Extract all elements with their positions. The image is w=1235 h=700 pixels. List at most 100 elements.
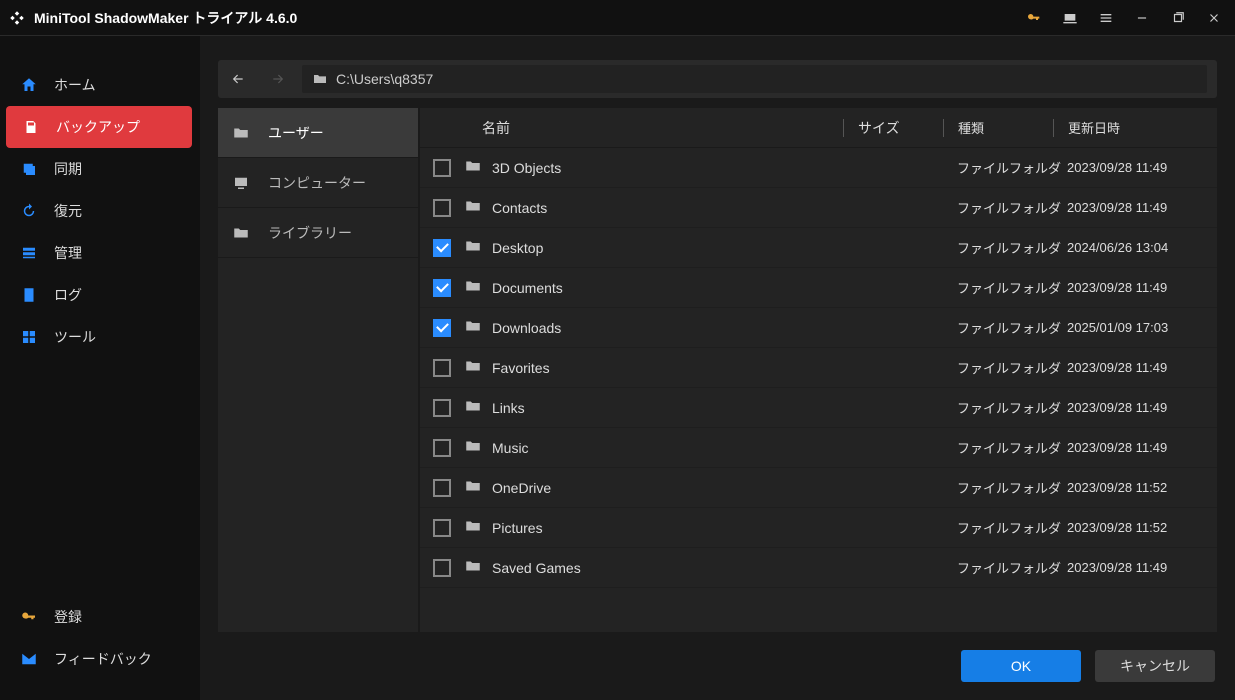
row-checkbox[interactable] [433,359,451,377]
row-type: ファイルフォルダ [957,358,1067,377]
row-name: 3D Objects [492,160,561,176]
row-checkbox[interactable] [433,159,451,177]
app-title: MiniTool ShadowMaker トライアル 4.6.0 [34,8,297,28]
sidebar-item-label: 同期 [54,159,82,179]
sidebar-item-restore[interactable]: 復元 [0,190,200,232]
row-name: Documents [492,280,563,296]
tree-item[interactable]: ライブラリー [218,208,418,258]
folder-icon [464,437,482,458]
row-date: 2023/09/28 11:49 [1067,280,1217,295]
table-row[interactable]: Picturesファイルフォルダ2023/09/28 11:52 [420,508,1217,548]
sidebar-item-register[interactable]: 登録 [0,596,200,638]
sidebar-item-backup[interactable]: バックアップ [6,106,192,148]
table-row[interactable]: Downloadsファイルフォルダ2025/01/09 17:03 [420,308,1217,348]
tools-icon [18,328,40,346]
row-type: ファイルフォルダ [957,518,1067,537]
row-date: 2023/09/28 11:49 [1067,440,1217,455]
tree-pane: ユーザーコンピューターライブラリー [218,108,418,632]
tree-item-label: ライブラリー [268,223,352,243]
table-row[interactable]: Favoritesファイルフォルダ2023/09/28 11:49 [420,348,1217,388]
row-name: Links [492,400,525,416]
row-date: 2023/09/28 11:49 [1067,560,1217,575]
table-row[interactable]: Contactsファイルフォルダ2023/09/28 11:49 [420,188,1217,228]
col-size-label[interactable]: サイズ [843,119,943,137]
sidebar-item-label: 復元 [54,201,82,221]
footer: OK キャンセル [218,632,1217,686]
titlebar: MiniTool ShadowMaker トライアル 4.6.0 [0,0,1235,36]
row-type: ファイルフォルダ [957,278,1067,297]
sidebar-item-feedback[interactable]: フィードバック [0,638,200,680]
row-checkbox[interactable] [433,239,451,257]
table-row[interactable]: Documents ファイルフォルダ2023/09/28 11:49 [420,268,1217,308]
file-browser: ユーザーコンピューターライブラリー 名前 サイズ 種類 更新日時 3D Obje… [218,108,1217,632]
tree-item-label: コンピューター [268,173,366,193]
row-checkbox[interactable] [433,319,451,337]
col-date-label[interactable]: 更新日時 [1053,119,1203,137]
sidebar-item-tools[interactable]: ツール [0,316,200,358]
row-checkbox[interactable] [433,559,451,577]
app-logo-icon [8,9,26,27]
table-row[interactable]: 3D Objectsファイルフォルダ2023/09/28 11:49 [420,148,1217,188]
row-name: Music [492,440,529,456]
list-pane: 名前 サイズ 種類 更新日時 3D Objectsファイルフォルダ2023/09… [420,108,1217,632]
row-checkbox[interactable] [433,199,451,217]
maximize-icon[interactable] [1165,5,1191,31]
rows-container[interactable]: 3D Objectsファイルフォルダ2023/09/28 11:49Contac… [420,148,1217,632]
minimize-icon[interactable] [1129,5,1155,31]
mail-icon [18,650,40,668]
sidebar-item-sync[interactable]: 同期 [0,148,200,190]
row-type: ファイルフォルダ [957,438,1067,457]
table-row[interactable]: Linksファイルフォルダ2023/09/28 11:49 [420,388,1217,428]
row-checkbox[interactable] [433,279,451,297]
folder-icon [464,397,482,418]
folder-icon [464,157,482,178]
tree-item-icon [232,174,256,192]
folder-icon [464,357,482,378]
sidebar-item-manage[interactable]: 管理 [0,232,200,274]
folder-icon [312,71,328,87]
sidebar-item-label: ツール [54,327,96,347]
folder-icon [464,277,482,298]
sidebar-item-log[interactable]: ログ [0,274,200,316]
row-date: 2023/09/28 11:49 [1067,200,1217,215]
table-row[interactable]: OneDriveファイルフォルダ2023/09/28 11:52 [420,468,1217,508]
key-icon [18,608,40,626]
sidebar: ホーム バックアップ 同期 復元 管理 ログ ツール [0,36,200,700]
row-checkbox[interactable] [433,399,451,417]
col-type-label[interactable]: 種類 [943,119,1053,137]
menu-icon[interactable] [1093,5,1119,31]
table-row[interactable]: Saved Gamesファイルフォルダ2023/09/28 11:49 [420,548,1217,588]
log-icon [18,286,40,304]
content: C:\Users\q8357 ユーザーコンピューターライブラリー 名前 サイズ … [200,36,1235,700]
close-icon[interactable] [1201,5,1227,31]
row-type: ファイルフォルダ [957,238,1067,257]
row-checkbox[interactable] [433,439,451,457]
sidebar-item-label: フィードバック [54,649,152,669]
table-row[interactable]: Music ファイルフォルダ2023/09/28 11:49 [420,428,1217,468]
sidebar-item-label: ホーム [54,75,96,95]
tree-item[interactable]: コンピューター [218,158,418,208]
device-icon[interactable] [1057,5,1083,31]
row-checkbox[interactable] [433,479,451,497]
key-icon[interactable] [1021,5,1047,31]
row-date: 2025/01/09 17:03 [1067,320,1217,335]
folder-icon [464,197,482,218]
row-checkbox[interactable] [433,519,451,537]
sidebar-item-label: ログ [54,285,82,305]
cancel-button[interactable]: キャンセル [1095,650,1215,682]
list-header: 名前 サイズ 種類 更新日時 [420,108,1217,148]
path-text: C:\Users\q8357 [336,71,433,87]
restore-icon [18,202,40,220]
tree-item-label: ユーザー [268,123,324,143]
sidebar-item-label: 登録 [54,607,82,627]
tree-item[interactable]: ユーザー [218,108,418,158]
col-name-label[interactable]: 名前 [464,118,843,138]
backup-icon [20,118,42,136]
sidebar-item-home[interactable]: ホーム [0,64,200,106]
path-input[interactable]: C:\Users\q8357 [302,65,1207,93]
nav-forward-button[interactable] [258,60,298,98]
sidebar-item-label: 管理 [54,243,82,263]
table-row[interactable]: Desktopファイルフォルダ2024/06/26 13:04 [420,228,1217,268]
ok-button[interactable]: OK [961,650,1081,682]
nav-back-button[interactable] [218,60,258,98]
